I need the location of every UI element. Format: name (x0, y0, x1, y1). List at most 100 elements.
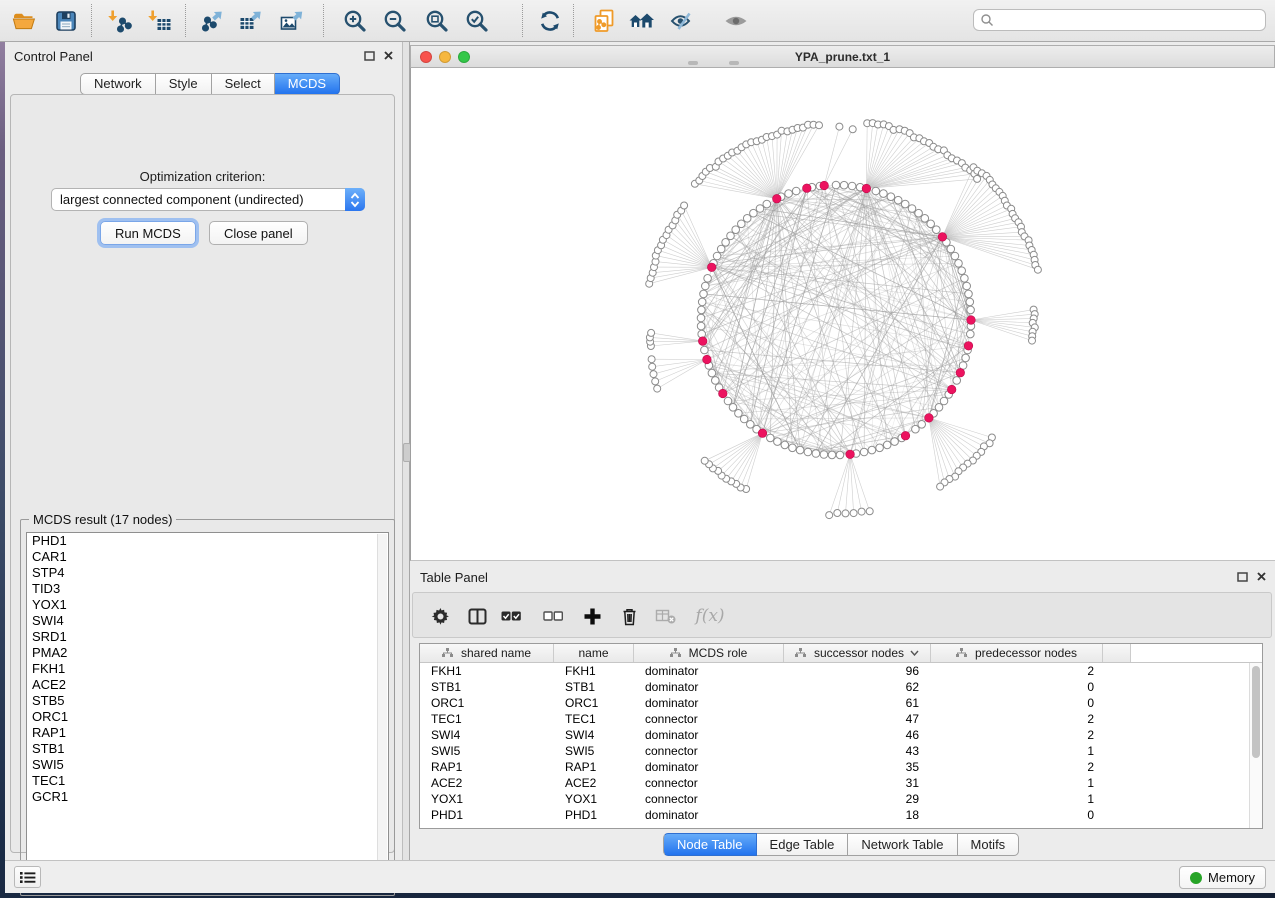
mcds-hub-node[interactable] (947, 385, 956, 394)
network-node[interactable] (820, 451, 828, 459)
network-node[interactable] (735, 410, 743, 418)
network-node[interactable] (702, 282, 710, 290)
network-node[interactable] (927, 220, 935, 228)
mcds-result-item[interactable]: YOX1 (27, 597, 388, 613)
network-node[interactable] (704, 275, 712, 283)
open-session-button[interactable] (10, 7, 38, 35)
mcds-result-item[interactable]: SWI4 (27, 613, 388, 629)
search-input[interactable] (994, 10, 1265, 30)
mcds-hub-node[interactable] (901, 431, 910, 440)
network-node[interactable] (836, 123, 843, 130)
network-node[interactable] (876, 444, 884, 452)
network-node[interactable] (842, 510, 849, 517)
mcds-result-item[interactable]: ORC1 (27, 709, 388, 725)
mcds-hub-node[interactable] (719, 389, 728, 398)
tab-mcds[interactable]: MCDS (275, 73, 340, 95)
column-header-shared-name[interactable]: shared name (420, 644, 554, 662)
network-node[interactable] (849, 126, 856, 133)
network-node[interactable] (697, 322, 705, 330)
network-node[interactable] (951, 252, 959, 260)
network-node[interactable] (921, 215, 929, 223)
network-node[interactable] (648, 356, 655, 363)
network-node[interactable] (712, 377, 720, 385)
zoom-selected-button[interactable] (463, 7, 491, 35)
close-panel-icon[interactable] (383, 50, 394, 61)
network-node[interactable] (872, 187, 880, 195)
zoom-fit-button[interactable] (423, 7, 451, 35)
splitter-gripper[interactable] (688, 61, 698, 65)
network-node[interactable] (732, 226, 740, 234)
deselect-all-button[interactable] (541, 604, 565, 628)
panel-splitter[interactable] (402, 42, 410, 860)
save-session-button[interactable] (52, 7, 80, 35)
network-node[interactable] (883, 441, 891, 449)
network-node[interactable] (955, 260, 963, 268)
splitter-gripper[interactable] (729, 61, 739, 65)
network-node[interactable] (816, 122, 823, 129)
column-header-successor-nodes[interactable]: successor nodes (784, 644, 931, 662)
network-node[interactable] (850, 510, 857, 517)
table-tab-node-table[interactable]: Node Table (663, 833, 757, 856)
network-node[interactable] (654, 385, 661, 392)
mcds-result-item[interactable]: CAR1 (27, 549, 388, 565)
mcds-result-item[interactable]: ACE2 (27, 677, 388, 693)
network-node[interactable] (697, 314, 705, 322)
float-panel-icon[interactable] (1237, 572, 1248, 582)
network-node[interactable] (826, 512, 833, 519)
network-node[interactable] (792, 187, 800, 195)
network-node[interactable] (774, 438, 782, 446)
network-node[interactable] (967, 330, 975, 338)
network-node[interactable] (1034, 266, 1041, 273)
optimization-criterion-select[interactable]: largest connected component (undirected) (51, 188, 365, 211)
network-node[interactable] (940, 397, 948, 405)
mcds-result-item[interactable]: STB5 (27, 693, 388, 709)
mcds-result-item[interactable]: FKH1 (27, 661, 388, 677)
network-node[interactable] (701, 457, 708, 464)
network-node[interactable] (713, 252, 721, 260)
mcds-result-item[interactable]: STB1 (27, 741, 388, 757)
network-node[interactable] (763, 200, 771, 208)
network-node[interactable] (698, 298, 706, 306)
network-node[interactable] (901, 200, 909, 208)
network-node[interactable] (717, 245, 725, 253)
maximize-window-button[interactable] (458, 51, 470, 63)
network-node[interactable] (880, 190, 888, 198)
network-node[interactable] (958, 267, 966, 275)
network-node[interactable] (781, 441, 789, 449)
network-node[interactable] (963, 282, 971, 290)
hide-selected-button[interactable] (669, 7, 697, 35)
mcds-result-item[interactable]: GCR1 (27, 789, 388, 805)
apply-layout-button[interactable] (536, 7, 564, 35)
select-all-button[interactable] (499, 604, 523, 628)
network-node[interactable] (894, 196, 902, 204)
table-row[interactable]: RAP1RAP1dominator352 (420, 759, 1249, 775)
network-node[interactable] (649, 363, 656, 370)
network-node[interactable] (729, 404, 737, 412)
column-header-name[interactable]: name (554, 644, 634, 662)
network-node[interactable] (785, 190, 793, 198)
network-node[interactable] (868, 446, 876, 454)
table-settings-button[interactable] (428, 604, 452, 628)
network-node[interactable] (840, 181, 848, 189)
network-node[interactable] (953, 377, 961, 385)
zoom-out-button[interactable] (381, 7, 409, 35)
mcds-hub-node[interactable] (967, 316, 976, 325)
table-row[interactable]: SWI5SWI5connector431 (420, 743, 1249, 759)
column-header-mcds-role[interactable]: MCDS role (634, 644, 784, 662)
network-node[interactable] (804, 448, 812, 456)
float-panel-icon[interactable] (364, 51, 375, 61)
network-node[interactable] (767, 434, 775, 442)
network-node[interactable] (756, 205, 764, 213)
network-node[interactable] (652, 378, 659, 385)
table-tab-motifs[interactable]: Motifs (958, 833, 1020, 856)
close-panel-icon[interactable] (1256, 571, 1267, 582)
network-node[interactable] (961, 275, 969, 283)
network-canvas[interactable] (410, 68, 1275, 561)
network-node[interactable] (738, 220, 746, 228)
table-scrollbar[interactable] (1249, 663, 1262, 828)
table-row[interactable]: ORC1ORC1dominator610 (420, 695, 1249, 711)
network-node[interactable] (967, 306, 975, 314)
network-node[interactable] (933, 226, 941, 234)
network-node[interactable] (834, 510, 841, 517)
mcds-result-item[interactable]: PHD1 (27, 533, 388, 549)
